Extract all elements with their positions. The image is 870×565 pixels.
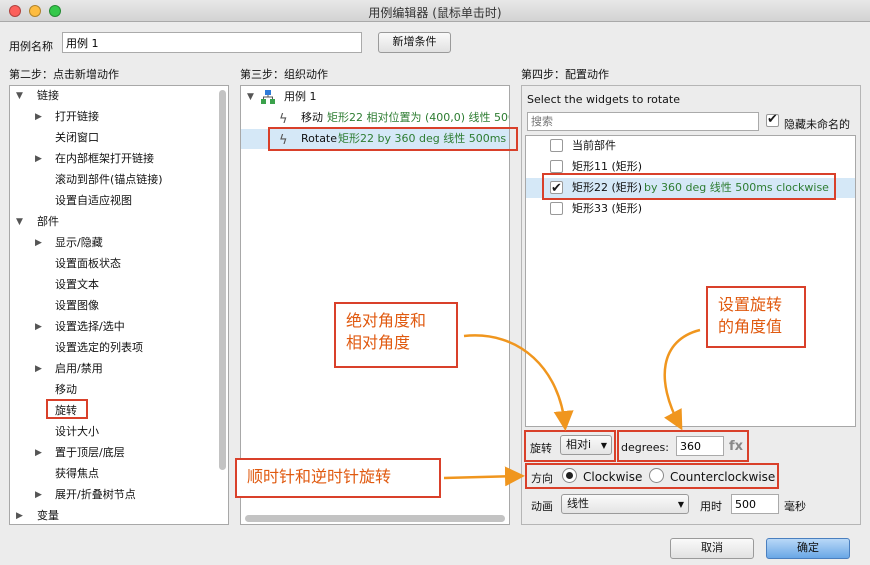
expand-down-icon: ▼ bbox=[247, 92, 254, 102]
hide-unnamed-label: 隐藏未命名的 bbox=[784, 118, 850, 131]
duration-label: 用时 bbox=[700, 500, 722, 513]
fx-button[interactable]: fx bbox=[729, 439, 743, 454]
action-bring-front-back[interactable]: ▶ 置于顶层/底层 bbox=[10, 443, 215, 463]
clockwise-radio[interactable] bbox=[562, 468, 577, 483]
action-row-rotate[interactable]: ϟ Rotate 矩形22 by 360 deg 线性 500ms c bbox=[241, 129, 509, 149]
animate-select[interactable]: 线性 ▼ bbox=[561, 494, 689, 514]
action-set-panel-state[interactable]: 设置面板状态 bbox=[10, 254, 215, 274]
expand-down-icon: ▼ bbox=[16, 91, 23, 101]
tree-group-variables[interactable]: ▶ 变量 bbox=[10, 506, 215, 524]
step4-heading: 第四步：配置动作 bbox=[521, 68, 609, 81]
rotate-mode-select[interactable]: 相对i ▼ bbox=[560, 435, 612, 455]
add-condition-button[interactable]: 新增条件 bbox=[378, 32, 451, 53]
animate-label: 动画 bbox=[531, 500, 553, 513]
action-set-adaptive-view[interactable]: 设置自适应视图 bbox=[10, 191, 215, 211]
ms-label: 毫秒 bbox=[784, 500, 806, 513]
expand-right-icon: ▶ bbox=[35, 322, 42, 332]
lightning-icon: ϟ bbox=[279, 133, 288, 148]
callout-cw-ccw: 顺时针和逆时针旋转 bbox=[235, 458, 441, 498]
widget-list: 当前部件 矩形11 (矩形) 矩形22 (矩形) by 360 deg 线性 5… bbox=[525, 135, 856, 427]
configure-action-panel: Select the widgets to rotate 隐藏未命名的 当前部件… bbox=[521, 85, 861, 525]
degrees-label: degrees: bbox=[621, 441, 669, 454]
degrees-input[interactable] bbox=[676, 436, 724, 456]
actions-horizontal-scrollbar[interactable] bbox=[245, 515, 505, 522]
widget-row-current[interactable]: 当前部件 bbox=[526, 136, 855, 156]
tree-group-widgets[interactable]: ▼ 部件 bbox=[10, 212, 215, 232]
action-set-selected[interactable]: ▶ 设置选择/选中 bbox=[10, 317, 215, 337]
expand-right-icon: ▶ bbox=[35, 238, 42, 248]
title-bar: 用例编辑器 (鼠标单击时) bbox=[0, 0, 870, 22]
direction-label: 方向 bbox=[531, 472, 553, 485]
action-open-in-frame[interactable]: ▶ 在内部框架打开链接 bbox=[10, 149, 215, 169]
callout-abs-rel-angle: 绝对角度和 相对角度 bbox=[334, 302, 458, 368]
case-tree-icon bbox=[261, 90, 275, 104]
duration-input[interactable] bbox=[731, 494, 779, 514]
expand-right-icon: ▶ bbox=[35, 112, 42, 122]
step2-heading: 第二步：点击新增动作 bbox=[9, 68, 119, 81]
action-move[interactable]: 移动 bbox=[10, 380, 215, 400]
ok-button[interactable]: 确定 bbox=[766, 538, 850, 559]
counterclockwise-radio[interactable] bbox=[649, 468, 664, 483]
hide-unnamed-checkbox[interactable] bbox=[766, 112, 779, 127]
widget-row-rect11[interactable]: 矩形11 (矩形) bbox=[526, 157, 855, 177]
case-name-label: 用例名称 bbox=[9, 40, 53, 53]
action-row-move[interactable]: ϟ 移动 矩形22 相对位置为 (400,0) 线性 500 bbox=[241, 108, 509, 128]
widget-checkbox[interactable] bbox=[550, 202, 563, 215]
action-open-link[interactable]: ▶ 打开链接 bbox=[10, 107, 215, 127]
widget-row-rect33[interactable]: 矩形33 (矩形) bbox=[526, 199, 855, 219]
expand-right-icon: ▶ bbox=[35, 448, 42, 458]
action-set-size[interactable]: 设计大小 bbox=[10, 422, 215, 442]
rotate-label: 旋转 bbox=[530, 442, 552, 455]
widget-search-input[interactable] bbox=[527, 112, 759, 131]
widget-checkbox[interactable] bbox=[550, 139, 563, 152]
widget-row-rect22[interactable]: 矩形22 (矩形) by 360 deg 线性 500ms clockwise bbox=[526, 178, 855, 199]
chevron-down-icon: ▼ bbox=[600, 441, 607, 450]
lightning-icon: ϟ bbox=[279, 112, 288, 127]
action-close-window[interactable]: 关闭窗口 bbox=[10, 128, 215, 148]
case-node[interactable]: ▼ 用例 1 bbox=[241, 87, 509, 107]
action-show-hide[interactable]: ▶ 显示/隐藏 bbox=[10, 233, 215, 253]
action-set-image[interactable]: 设置图像 bbox=[10, 296, 215, 316]
widget-checkbox[interactable] bbox=[550, 160, 563, 173]
callout-set-angle: 设置旋转 的角度值 bbox=[706, 286, 806, 348]
action-list-scrollbar[interactable] bbox=[219, 90, 226, 470]
widget-checkbox[interactable] bbox=[550, 179, 563, 199]
action-list-panel: ▼ 链接 ▶ 打开链接 关闭窗口 ▶ 在内部框架打开链接 滚动到部件(锚点链接)… bbox=[9, 85, 229, 525]
action-focus[interactable]: 获得焦点 bbox=[10, 464, 215, 484]
action-expand-collapse-tree[interactable]: ▶ 展开/折叠树节点 bbox=[10, 485, 215, 505]
expand-right-icon: ▶ bbox=[35, 364, 42, 374]
action-scroll-to-widget[interactable]: 滚动到部件(锚点链接) bbox=[10, 170, 215, 190]
expand-right-icon: ▶ bbox=[35, 490, 42, 500]
expand-down-icon: ▼ bbox=[16, 217, 23, 227]
action-set-selected-list-item[interactable]: 设置选定的列表项 bbox=[10, 338, 215, 358]
action-rotate[interactable]: 旋转 bbox=[10, 401, 215, 421]
expand-right-icon: ▶ bbox=[16, 511, 23, 521]
chevron-down-icon: ▼ bbox=[677, 500, 684, 509]
cancel-button[interactable]: 取消 bbox=[670, 538, 754, 559]
expand-right-icon: ▶ bbox=[35, 154, 42, 164]
action-set-text[interactable]: 设置文本 bbox=[10, 275, 215, 295]
step3-heading: 第三步：组织动作 bbox=[240, 68, 328, 81]
window-title: 用例编辑器 (鼠标单击时) bbox=[368, 6, 502, 20]
action-enable-disable[interactable]: ▶ 启用/禁用 bbox=[10, 359, 215, 379]
select-widgets-prompt: Select the widgets to rotate bbox=[527, 93, 680, 106]
tree-group-links[interactable]: ▼ 链接 bbox=[10, 86, 215, 106]
clockwise-label: Clockwise bbox=[583, 470, 643, 484]
case-name-input[interactable] bbox=[62, 32, 362, 53]
counterclockwise-label: Counterclockwise bbox=[670, 470, 776, 484]
